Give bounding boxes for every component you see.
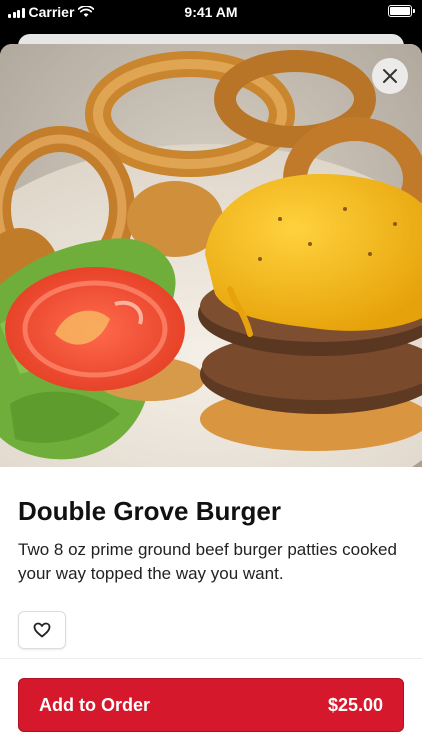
item-detail-sheet: Double Grove Burger Two 8 oz prime groun… xyxy=(0,44,422,750)
status-bar: Carrier 9:41 AM xyxy=(0,0,422,26)
burger-photo xyxy=(0,44,422,467)
item-title: Double Grove Burger xyxy=(18,496,281,526)
screen: Carrier 9:41 AM Double Grove Burger Two … xyxy=(0,0,422,750)
divider xyxy=(0,658,422,659)
add-to-order-label: Add to Order xyxy=(39,694,150,715)
close-button[interactable] xyxy=(372,58,408,94)
battery-icon xyxy=(388,5,415,17)
item-price: $25.00 xyxy=(327,694,383,715)
favorite-button[interactable] xyxy=(18,611,66,649)
add-to-order-button[interactable]: Add to Order $25.00 xyxy=(18,678,404,732)
item-description: Two 8 oz prime ground beef burger pattie… xyxy=(18,540,397,583)
heart-icon xyxy=(33,622,51,638)
status-time: 9:41 AM xyxy=(184,4,238,20)
close-icon xyxy=(383,69,397,83)
